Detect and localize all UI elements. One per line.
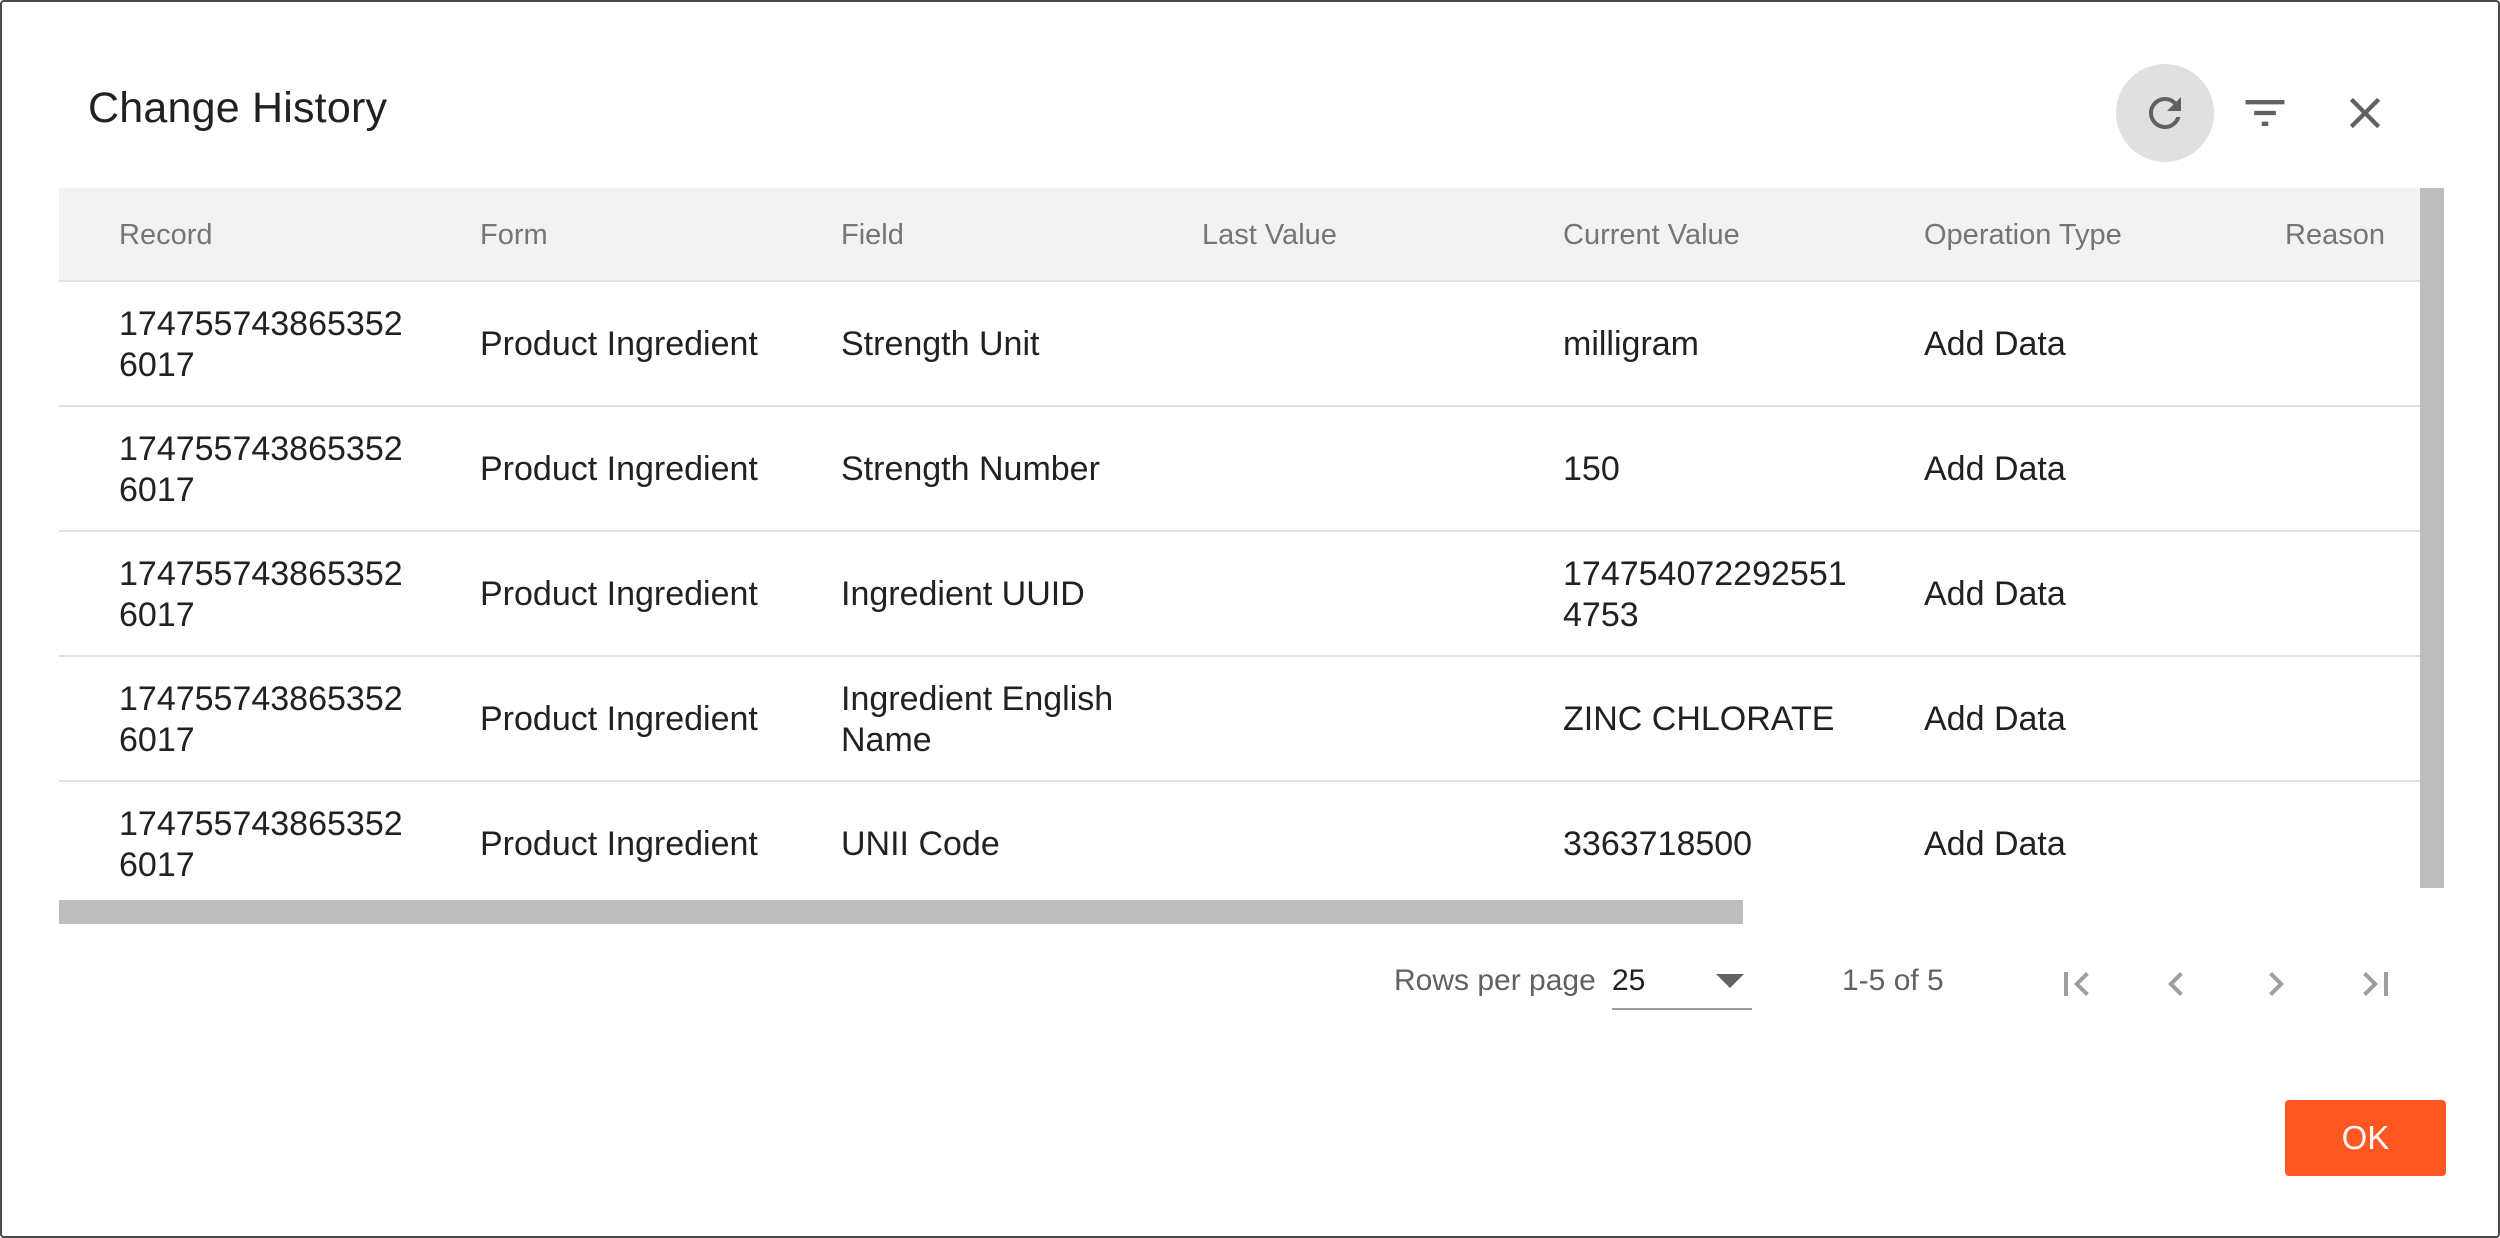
cell-operation-type: Add Data [1924, 325, 2066, 363]
column-header-reason[interactable]: Reason [2285, 188, 2385, 282]
first-page-button[interactable] [2044, 952, 2108, 1016]
cell-field: Strength Unit [841, 325, 1040, 363]
chevron-left-icon [2168, 972, 2183, 996]
table-row[interactable]: 1747557438653526017 Product Ingredient I… [59, 532, 2420, 657]
cell-form: Product Ingredient [480, 575, 758, 613]
cell-operation-type: Add Data [1924, 700, 2066, 738]
cell-record: 1747557438653526017 [119, 554, 403, 634]
last-page-button[interactable] [2344, 952, 2408, 1016]
column-header-form[interactable]: Form [480, 188, 548, 282]
refresh-button[interactable] [2116, 64, 2214, 162]
close-button[interactable] [2316, 64, 2414, 162]
cell-field: Ingredient English Name [841, 679, 1114, 759]
table-row[interactable]: 1747557438653526017 Product Ingredient S… [59, 282, 2420, 407]
column-header-record[interactable]: Record [119, 188, 213, 282]
cell-current-value: milligram [1563, 325, 1699, 363]
first-page-icon [2064, 972, 2089, 996]
filter-icon [2245, 100, 2285, 126]
table-header: Record Form Field Last Value Current Val… [59, 188, 2420, 282]
table-row[interactable]: 1747557438653526017 Product Ingredient I… [59, 657, 2420, 782]
vertical-scrollbar-thumb[interactable] [2420, 188, 2444, 888]
previous-page-button[interactable] [2144, 952, 2208, 1016]
cell-form: Product Ingredient [480, 450, 758, 488]
column-header-field[interactable]: Field [841, 188, 904, 282]
cell-record: 1747557438653526017 [119, 304, 403, 384]
cell-record: 1747557438653526017 [119, 429, 403, 509]
cell-field: Ingredient UUID [841, 575, 1085, 613]
cell-field: UNII Code [841, 825, 1000, 863]
cell-current-value: 3363718500 [1563, 825, 1753, 863]
horizontal-scrollbar-thumb[interactable] [59, 900, 1743, 924]
cell-form: Product Ingredient [480, 325, 758, 363]
rows-per-page-value: 25 [1612, 964, 1646, 997]
rows-per-page-label: Rows per page [1394, 964, 1596, 997]
cell-form: Product Ingredient [480, 700, 758, 738]
cell-current-value: ZINC CHLORATE [1563, 700, 1835, 738]
cell-operation-type: Add Data [1924, 450, 2066, 488]
change-history-dialog: Change History Record Form Field Last Va… [0, 0, 2500, 1238]
cell-record: 1747557438653526017 [119, 804, 403, 884]
cell-current-value: 1747540722925514753 [1563, 554, 1847, 634]
cell-current-value: 150 [1563, 450, 1620, 488]
table-row[interactable]: 1747557438653526017 Product Ingredient S… [59, 407, 2420, 532]
dropdown-arrow-icon [1716, 974, 1744, 988]
cell-record: 1747557438653526017 [119, 679, 403, 759]
last-page-icon [2363, 972, 2388, 996]
column-header-last-value[interactable]: Last Value [1202, 188, 1337, 282]
ok-button[interactable]: OK [2285, 1100, 2446, 1176]
close-icon [2349, 97, 2381, 129]
cell-field: Strength Number [841, 450, 1100, 488]
pagination-range: 1-5 of 5 [1842, 964, 1944, 997]
refresh-icon [2149, 97, 2181, 129]
column-header-current-value[interactable]: Current Value [1563, 188, 1740, 282]
rows-per-page-select[interactable]: 25 [1612, 950, 1752, 1010]
next-page-button[interactable] [2244, 952, 2308, 1016]
cell-operation-type: Add Data [1924, 575, 2066, 613]
chevron-right-icon [2269, 972, 2284, 996]
column-header-operation-type[interactable]: Operation Type [1924, 188, 2122, 282]
filter-button[interactable] [2216, 64, 2314, 162]
change-history-table: Record Form Field Last Value Current Val… [59, 188, 2446, 924]
table-row[interactable]: 1747557438653526017 Product Ingredient U… [59, 782, 2420, 907]
cell-form: Product Ingredient [480, 825, 758, 863]
dialog-title: Change History [88, 84, 388, 132]
cell-operation-type: Add Data [1924, 825, 2066, 863]
